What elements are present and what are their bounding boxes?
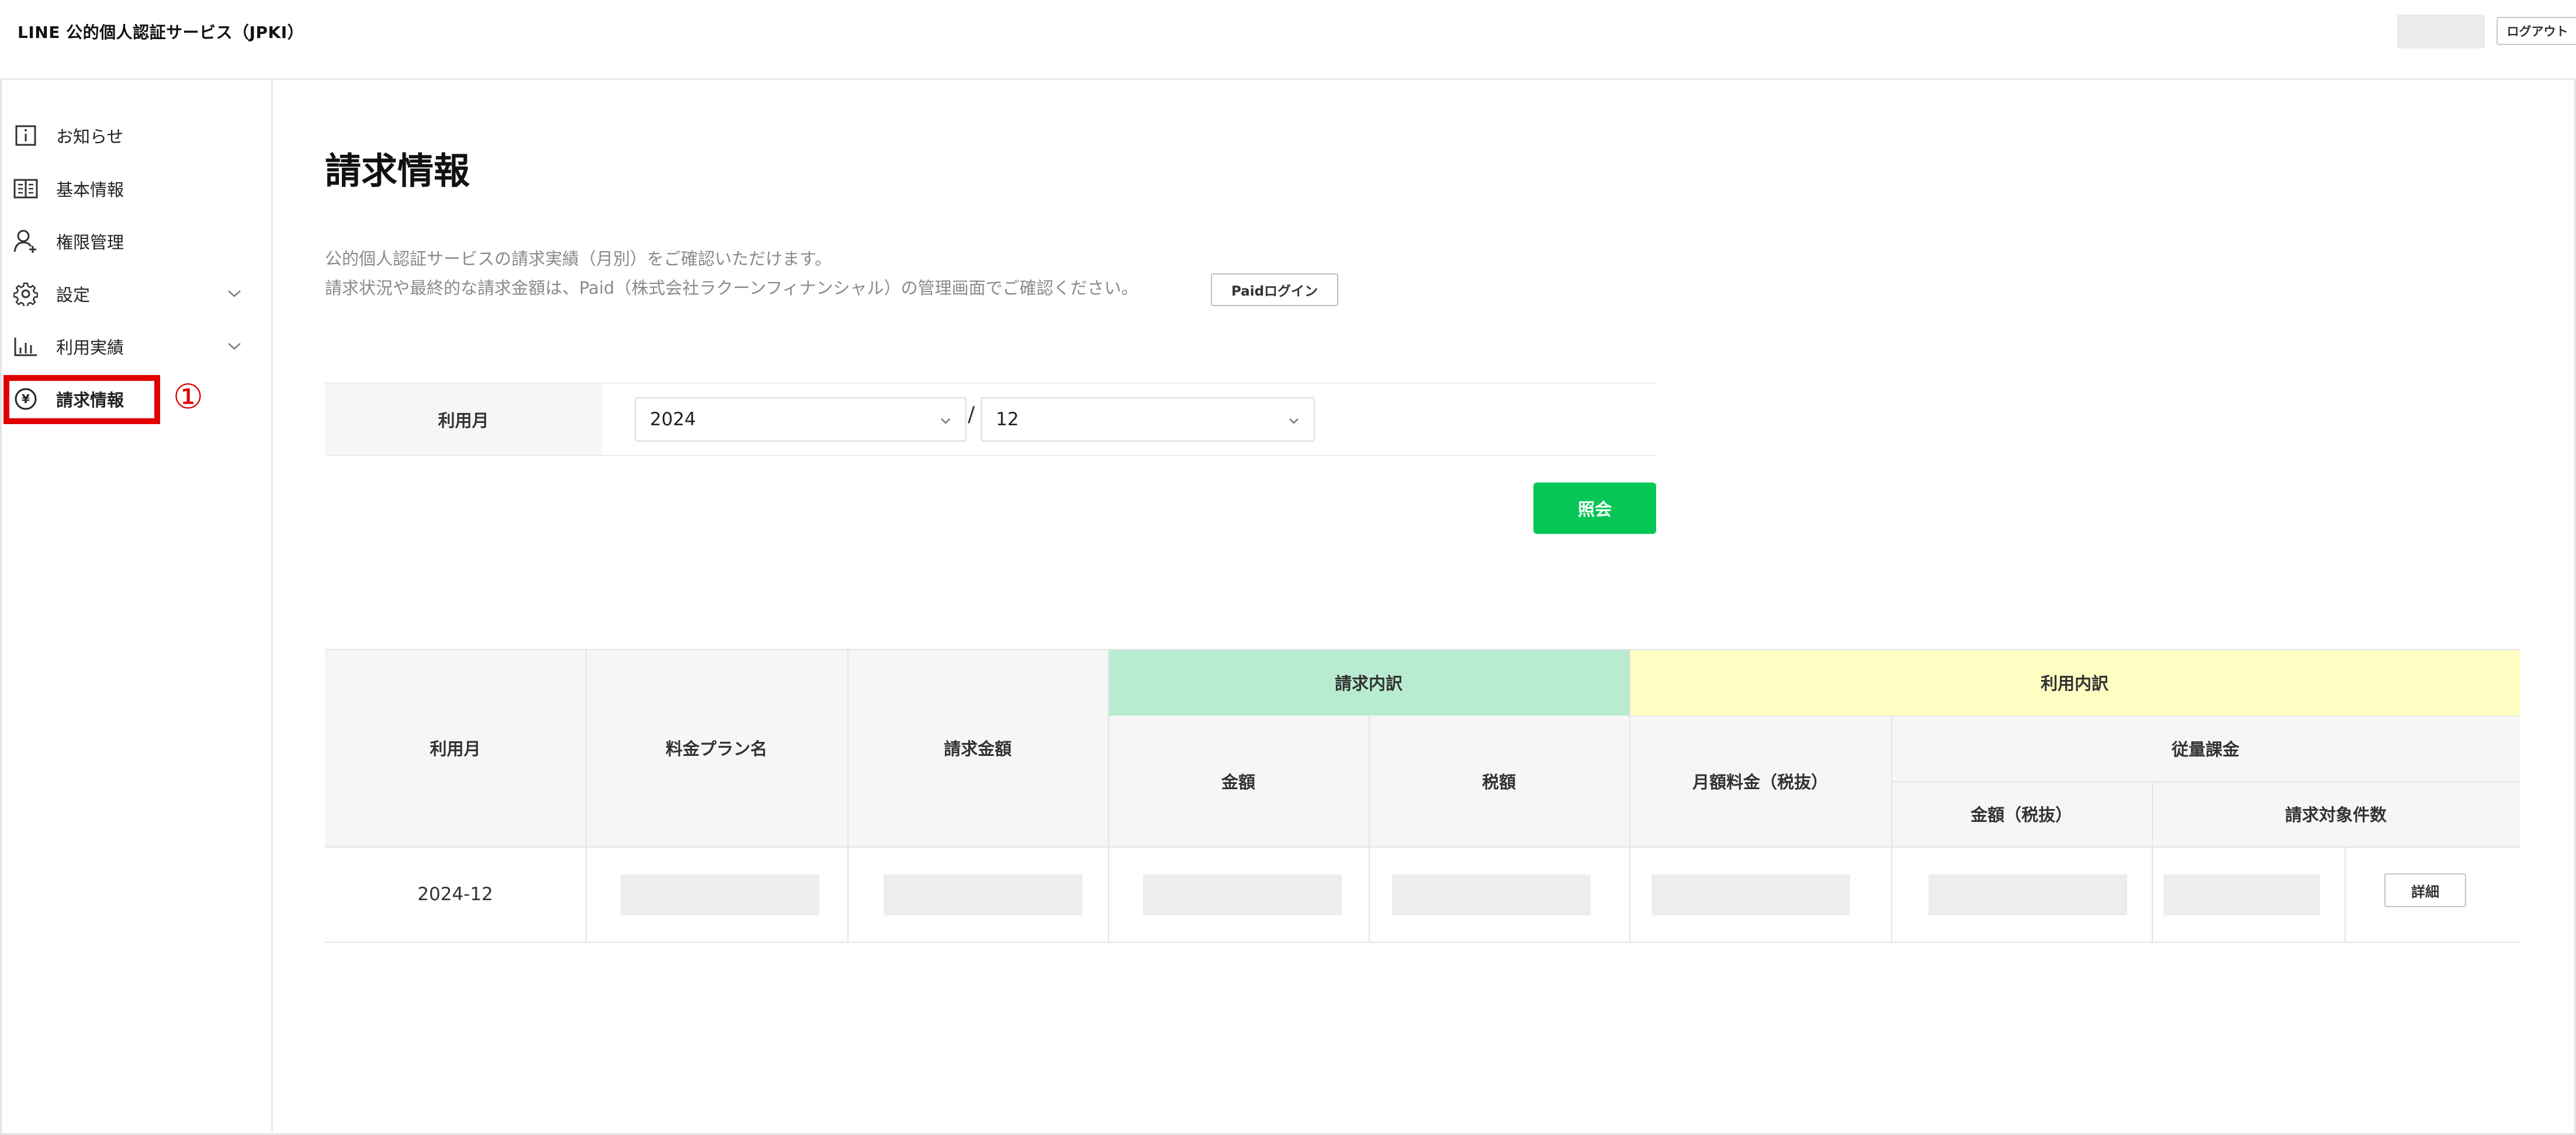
cell-billing-amount-placeholder: [884, 874, 1082, 915]
header-metered: 従量課金: [1891, 716, 2520, 781]
chevron-down-icon: [937, 412, 954, 429]
table-grid-line: [1891, 781, 2520, 782]
bar-chart-icon: [13, 334, 39, 359]
sidebar: お知らせ 基本情報 権限管理 設定 利用実績 ¥ 請求情報: [0, 80, 273, 1135]
user-add-icon: [13, 228, 39, 254]
sidebar-item-label: 基本情報: [56, 180, 124, 200]
month-select-value: 12: [996, 409, 1019, 430]
cell-tax-placeholder: [1392, 874, 1591, 915]
header-billable-count: 請求対象件数: [2152, 781, 2520, 846]
header-billing-amount: 請求金額: [847, 649, 1108, 846]
header-tax: 税額: [1369, 716, 1629, 846]
date-separator: /: [968, 402, 975, 426]
header-label: 請求内訳: [1334, 674, 1403, 693]
table-grid-line: [325, 649, 2520, 650]
sidebar-item-label: お知らせ: [56, 127, 124, 147]
header-label: 金額: [1221, 772, 1255, 792]
table-grid-line: [2152, 781, 2153, 943]
table-grid-line: [1891, 716, 1892, 943]
header-billing-breakdown: 請求内訳: [1108, 649, 1629, 716]
table-grid-line: [325, 942, 2520, 943]
header-monthly-fee: 月額料金（税抜）: [1629, 716, 1891, 846]
sidebar-item-label: 設定: [56, 285, 91, 305]
header: LINE 公的個人認証サービス（JPKI） ログアウト: [0, 0, 2576, 80]
table-grid-line: [586, 649, 587, 943]
header-label: 月額料金（税抜）: [1692, 772, 1828, 792]
sidebar-item-settings[interactable]: 設定: [0, 273, 271, 315]
table-grid-line: [1629, 716, 2520, 717]
table-grid-line: [847, 649, 849, 943]
cell-metered-amount-placeholder: [1928, 874, 2127, 915]
header-plan: 料金プラン名: [586, 649, 847, 846]
header-label: 金額（税抜）: [1970, 805, 2072, 825]
header-label: 請求対象件数: [2284, 805, 2387, 825]
user-name-placeholder: [2397, 15, 2485, 48]
annotation-marker: ①: [173, 377, 203, 416]
table-grid-line: [1629, 649, 1630, 943]
header-label: 利用内訳: [2040, 674, 2108, 693]
sidebar-item-usage[interactable]: 利用実績: [0, 325, 271, 367]
header-amount: 金額: [1108, 716, 1369, 846]
year-select[interactable]: 2024: [635, 397, 967, 442]
book-icon: [13, 176, 39, 202]
year-select-value: 2024: [650, 409, 696, 430]
description-line-1: 公的個人認証サービスの請求実績（月別）をご確認いただけます。: [325, 249, 832, 269]
sidebar-item-basic-info[interactable]: 基本情報: [0, 168, 271, 210]
header-label: 利用月: [430, 739, 481, 759]
header-metered-amount: 金額（税抜）: [1891, 781, 2152, 846]
annotation-highlight-box: [4, 375, 160, 424]
logout-button[interactable]: ログアウト: [2497, 17, 2576, 45]
cell-plan-placeholder: [621, 874, 819, 915]
month-select[interactable]: 12: [981, 397, 1315, 442]
table-grid-line: [325, 846, 2520, 848]
header-label: 従量課金: [2171, 740, 2239, 759]
detail-button[interactable]: 詳細: [2384, 873, 2466, 907]
header-month: 利用月: [325, 649, 586, 846]
info-icon: [13, 123, 39, 148]
sidebar-item-label: 権限管理: [56, 232, 124, 252]
header-label: 料金プラン名: [665, 739, 767, 759]
description-line-2: 請求状況や最終的な請求金額は、Paid（株式会社ラクーンフィナンシャル）の管理画…: [325, 278, 1138, 298]
header-label: 税額: [1481, 772, 1516, 792]
sidebar-item-permissions[interactable]: 権限管理: [0, 220, 271, 262]
table-grid-line: [1108, 649, 1109, 943]
paid-login-button[interactable]: Paidログイン: [1211, 273, 1338, 306]
filter-label: 利用月: [325, 384, 602, 455]
header-usage-breakdown: 利用内訳: [1629, 649, 2520, 716]
search-button[interactable]: 照会: [1533, 483, 1656, 534]
cell-month: 2024-12: [417, 884, 493, 905]
gear-icon: [13, 281, 39, 307]
sidebar-item-label: 利用実績: [56, 338, 124, 357]
page-title: 請求情報: [325, 150, 470, 192]
header-label: 請求金額: [943, 739, 1012, 759]
table-grid-line: [2345, 846, 2346, 943]
chevron-down-icon: [226, 285, 243, 303]
cell-monthly-fee-placeholder: [1651, 874, 1850, 915]
billing-table: 請求内訳 利用内訳 利用月 料金プラン名 請求金額 金額 税額 月額料金（税抜）…: [325, 649, 2520, 943]
cell-billable-count-placeholder: [2163, 874, 2320, 915]
chevron-down-icon: [226, 338, 243, 355]
app-title: LINE 公的個人認証サービス（JPKI）: [18, 23, 304, 42]
chevron-down-icon: [1286, 412, 1302, 429]
table-grid-line: [1369, 716, 1370, 943]
cell-amount-placeholder: [1143, 874, 1342, 915]
table-row: 2024-12: [325, 848, 586, 941]
sidebar-item-notices[interactable]: お知らせ: [0, 114, 271, 157]
filter-row: 利用月 2024 / 12: [325, 383, 1656, 456]
